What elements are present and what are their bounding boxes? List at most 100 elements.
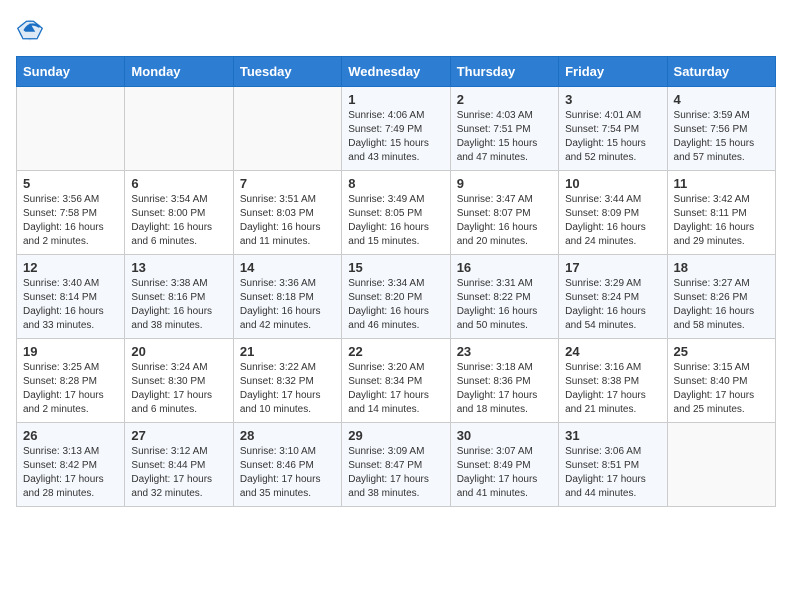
header-cell-monday: Monday [125,57,233,87]
day-cell [233,87,341,171]
header-cell-wednesday: Wednesday [342,57,450,87]
header-cell-friday: Friday [559,57,667,87]
day-info: Sunrise: 3:15 AM Sunset: 8:40 PM Dayligh… [674,361,769,417]
day-info: Sunrise: 3:13 AM Sunset: 8:42 PM Dayligh… [23,445,118,501]
day-number: 20 [131,344,226,359]
day-number: 27 [131,428,226,443]
day-info: Sunrise: 3:40 AM Sunset: 8:14 PM Dayligh… [23,277,118,333]
header-cell-sunday: Sunday [17,57,125,87]
day-cell [667,423,775,507]
day-number: 31 [565,428,660,443]
day-number: 14 [240,260,335,275]
day-info: Sunrise: 3:51 AM Sunset: 8:03 PM Dayligh… [240,193,335,249]
day-number: 16 [457,260,552,275]
day-number: 24 [565,344,660,359]
day-number: 19 [23,344,118,359]
day-info: Sunrise: 4:01 AM Sunset: 7:54 PM Dayligh… [565,109,660,165]
day-info: Sunrise: 4:06 AM Sunset: 7:49 PM Dayligh… [348,109,443,165]
week-row-1: 1 Sunrise: 4:06 AM Sunset: 7:49 PM Daylig… [17,87,776,171]
day-info: Sunrise: 3:56 AM Sunset: 7:58 PM Dayligh… [23,193,118,249]
day-number: 25 [674,344,769,359]
day-cell: 8 Sunrise: 3:49 AM Sunset: 8:05 PM Daylig… [342,171,450,255]
header-cell-saturday: Saturday [667,57,775,87]
day-info: Sunrise: 3:29 AM Sunset: 8:24 PM Dayligh… [565,277,660,333]
day-cell: 11 Sunrise: 3:42 AM Sunset: 8:11 PM Dayli… [667,171,775,255]
day-cell [125,87,233,171]
day-info: Sunrise: 4:03 AM Sunset: 7:51 PM Dayligh… [457,109,552,165]
day-cell: 31 Sunrise: 3:06 AM Sunset: 8:51 PM Dayli… [559,423,667,507]
day-number: 13 [131,260,226,275]
day-cell: 24Sunrise: 3:16 AM Sunset: 8:38 PM Dayli… [559,339,667,423]
day-number: 5 [23,176,118,191]
day-cell: 19Sunrise: 3:25 AM Sunset: 8:28 PM Dayli… [17,339,125,423]
day-info: Sunrise: 3:27 AM Sunset: 8:26 PM Dayligh… [674,277,769,333]
day-info: Sunrise: 3:20 AM Sunset: 8:34 PM Dayligh… [348,361,443,417]
day-cell: 15 Sunrise: 3:34 AM Sunset: 8:20 PM Dayli… [342,255,450,339]
day-cell: 20 Sunrise: 3:24 AM Sunset: 8:30 PM Dayli… [125,339,233,423]
day-cell: 30 Sunrise: 3:07 AM Sunset: 8:49 PM Dayli… [450,423,558,507]
day-number: 1 [348,92,443,107]
page-header [16,16,776,44]
week-row-4: 19Sunrise: 3:25 AM Sunset: 8:28 PM Dayli… [17,339,776,423]
day-number: 30 [457,428,552,443]
day-cell: 1 Sunrise: 4:06 AM Sunset: 7:49 PM Daylig… [342,87,450,171]
day-number: 18 [674,260,769,275]
day-info: Sunrise: 3:49 AM Sunset: 8:05 PM Dayligh… [348,193,443,249]
day-cell: 5 Sunrise: 3:56 AM Sunset: 7:58 PM Daylig… [17,171,125,255]
day-number: 26 [23,428,118,443]
day-info: Sunrise: 3:18 AM Sunset: 8:36 PM Dayligh… [457,361,552,417]
day-cell: 26 Sunrise: 3:13 AM Sunset: 8:42 PM Dayli… [17,423,125,507]
day-number: 22 [348,344,443,359]
day-number: 4 [674,92,769,107]
day-info: Sunrise: 3:06 AM Sunset: 8:51 PM Dayligh… [565,445,660,501]
day-number: 6 [131,176,226,191]
day-info: Sunrise: 3:42 AM Sunset: 8:11 PM Dayligh… [674,193,769,249]
day-cell: 21 Sunrise: 3:22 AM Sunset: 8:32 PM Dayli… [233,339,341,423]
header-row: SundayMondayTuesdayWednesdayThursdayFrid… [17,57,776,87]
day-number: 21 [240,344,335,359]
day-cell: 2 Sunrise: 4:03 AM Sunset: 7:51 PM Daylig… [450,87,558,171]
day-cell: 29Sunrise: 3:09 AM Sunset: 8:47 PM Dayli… [342,423,450,507]
day-cell: 14 Sunrise: 3:36 AM Sunset: 8:18 PM Dayli… [233,255,341,339]
header-cell-thursday: Thursday [450,57,558,87]
day-cell: 6 Sunrise: 3:54 AM Sunset: 8:00 PM Daylig… [125,171,233,255]
day-number: 28 [240,428,335,443]
day-number: 8 [348,176,443,191]
day-number: 15 [348,260,443,275]
day-info: Sunrise: 3:38 AM Sunset: 8:16 PM Dayligh… [131,277,226,333]
day-cell: 17 Sunrise: 3:29 AM Sunset: 8:24 PM Dayli… [559,255,667,339]
day-info: Sunrise: 3:34 AM Sunset: 8:20 PM Dayligh… [348,277,443,333]
calendar-body: 1 Sunrise: 4:06 AM Sunset: 7:49 PM Daylig… [17,87,776,507]
week-row-3: 12 Sunrise: 3:40 AM Sunset: 8:14 PM Dayli… [17,255,776,339]
day-cell: 13 Sunrise: 3:38 AM Sunset: 8:16 PM Dayli… [125,255,233,339]
day-number: 17 [565,260,660,275]
day-info: Sunrise: 3:10 AM Sunset: 8:46 PM Dayligh… [240,445,335,501]
week-row-5: 26 Sunrise: 3:13 AM Sunset: 8:42 PM Dayli… [17,423,776,507]
day-cell: 25 Sunrise: 3:15 AM Sunset: 8:40 PM Dayli… [667,339,775,423]
day-info: Sunrise: 3:09 AM Sunset: 8:47 PM Dayligh… [348,445,443,501]
day-info: Sunrise: 3:44 AM Sunset: 8:09 PM Dayligh… [565,193,660,249]
day-info: Sunrise: 3:36 AM Sunset: 8:18 PM Dayligh… [240,277,335,333]
day-cell [17,87,125,171]
day-cell: 16Sunrise: 3:31 AM Sunset: 8:22 PM Dayli… [450,255,558,339]
day-info: Sunrise: 3:07 AM Sunset: 8:49 PM Dayligh… [457,445,552,501]
day-info: Sunrise: 3:54 AM Sunset: 8:00 PM Dayligh… [131,193,226,249]
day-cell: 22 Sunrise: 3:20 AM Sunset: 8:34 PM Dayli… [342,339,450,423]
day-number: 3 [565,92,660,107]
day-number: 2 [457,92,552,107]
day-cell: 18 Sunrise: 3:27 AM Sunset: 8:26 PM Dayli… [667,255,775,339]
day-number: 12 [23,260,118,275]
day-cell: 3 Sunrise: 4:01 AM Sunset: 7:54 PM Daylig… [559,87,667,171]
header-cell-tuesday: Tuesday [233,57,341,87]
day-info: Sunrise: 3:59 AM Sunset: 7:56 PM Dayligh… [674,109,769,165]
day-cell: 4 Sunrise: 3:59 AM Sunset: 7:56 PM Daylig… [667,87,775,171]
day-info: Sunrise: 3:12 AM Sunset: 8:44 PM Dayligh… [131,445,226,501]
day-cell: 23Sunrise: 3:18 AM Sunset: 8:36 PM Dayli… [450,339,558,423]
day-number: 11 [674,176,769,191]
day-cell: 12 Sunrise: 3:40 AM Sunset: 8:14 PM Dayli… [17,255,125,339]
day-info: Sunrise: 3:24 AM Sunset: 8:30 PM Dayligh… [131,361,226,417]
day-cell: 9Sunrise: 3:47 AM Sunset: 8:07 PM Daylig… [450,171,558,255]
day-info: Sunrise: 3:22 AM Sunset: 8:32 PM Dayligh… [240,361,335,417]
calendar-header: SundayMondayTuesdayWednesdayThursdayFrid… [17,57,776,87]
day-cell: 10Sunrise: 3:44 AM Sunset: 8:09 PM Dayli… [559,171,667,255]
